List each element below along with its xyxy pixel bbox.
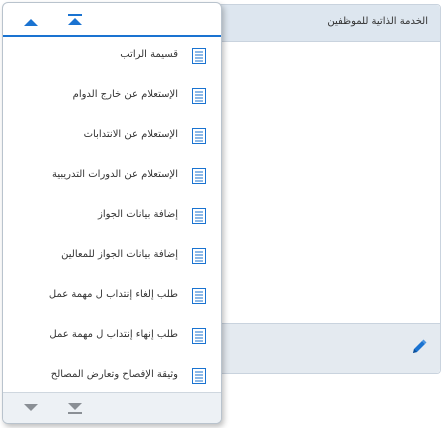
menu-item-label: قسيمة الراتب — [120, 49, 178, 60]
pencil-icon[interactable] — [410, 338, 428, 356]
arrow-down-to-bottom-icon[interactable] — [65, 401, 85, 415]
menu-item-disclosure-conflict-of-interest[interactable]: وثيقة الإفصاح وتعارض المصالح — [3, 357, 221, 397]
document-icon — [192, 248, 206, 264]
panel-footer — [197, 323, 440, 373]
panel-title: الخدمة الذاتية للموظفين — [327, 16, 428, 27]
menu-item-overtime-inquiry[interactable]: الإستعلام عن خارج الدوام — [3, 77, 221, 117]
document-icon — [192, 128, 206, 144]
menu-item-add-passport-data[interactable]: إضافة بيانات الجواز — [3, 197, 221, 237]
menu-item-label: طلب إلغاء إنتداب ل مهمة عمل — [48, 289, 178, 300]
menu-item-training-courses-inquiry[interactable]: الإستعلام عن الدورات التدريبية — [3, 157, 221, 197]
scroll-top-bar — [3, 3, 221, 37]
arrow-up-icon[interactable] — [21, 15, 41, 29]
menu-item-label: الإستعلام عن الانتدابات — [83, 129, 178, 140]
menu-item-label: طلب إنهاء إنتداب ل مهمة عمل — [49, 329, 178, 340]
menu-item-label: إضافة بيانات الجواز — [98, 209, 178, 220]
menu-item-label: الإستعلام عن الدورات التدريبية — [51, 169, 178, 180]
panel-header: الخدمة الذاتية للموظفين — [197, 5, 440, 42]
menu-item-label: الإستعلام عن خارج الدوام — [72, 89, 178, 100]
arrow-down-icon[interactable] — [21, 401, 41, 415]
arrow-up-to-top-icon[interactable] — [65, 13, 85, 27]
document-icon — [192, 88, 206, 104]
document-icon — [192, 168, 206, 184]
document-icon — [192, 288, 206, 304]
menu-item-assignments-inquiry[interactable]: الإستعلام عن الانتدابات — [3, 117, 221, 157]
menu-item-end-assignment-request[interactable]: طلب إنهاء إنتداب ل مهمة عمل — [3, 317, 221, 357]
menu-item-add-dependents-passport-data[interactable]: إضافة بيانات الجواز للمعالين — [3, 237, 221, 277]
scroll-bottom-bar — [3, 392, 221, 423]
menu-list: قسيمة الراتب الإستعلام عن خارج الدوام ال… — [3, 37, 221, 392]
menu-item-cancel-assignment-request[interactable]: طلب إلغاء إنتداب ل مهمة عمل — [3, 277, 221, 317]
document-icon — [192, 48, 206, 64]
services-dropdown-menu: قسيمة الراتب الإستعلام عن خارج الدوام ال… — [2, 2, 222, 424]
document-icon — [192, 208, 206, 224]
menu-item-label: إضافة بيانات الجواز للمعالين — [61, 249, 178, 260]
document-icon — [192, 328, 206, 344]
menu-item-label: وثيقة الإفصاح وتعارض المصالح — [50, 369, 178, 380]
document-icon — [192, 368, 206, 384]
employee-self-service-panel: الخدمة الذاتية للموظفين — [196, 4, 441, 374]
menu-item-payslip[interactable]: قسيمة الراتب — [3, 37, 221, 77]
